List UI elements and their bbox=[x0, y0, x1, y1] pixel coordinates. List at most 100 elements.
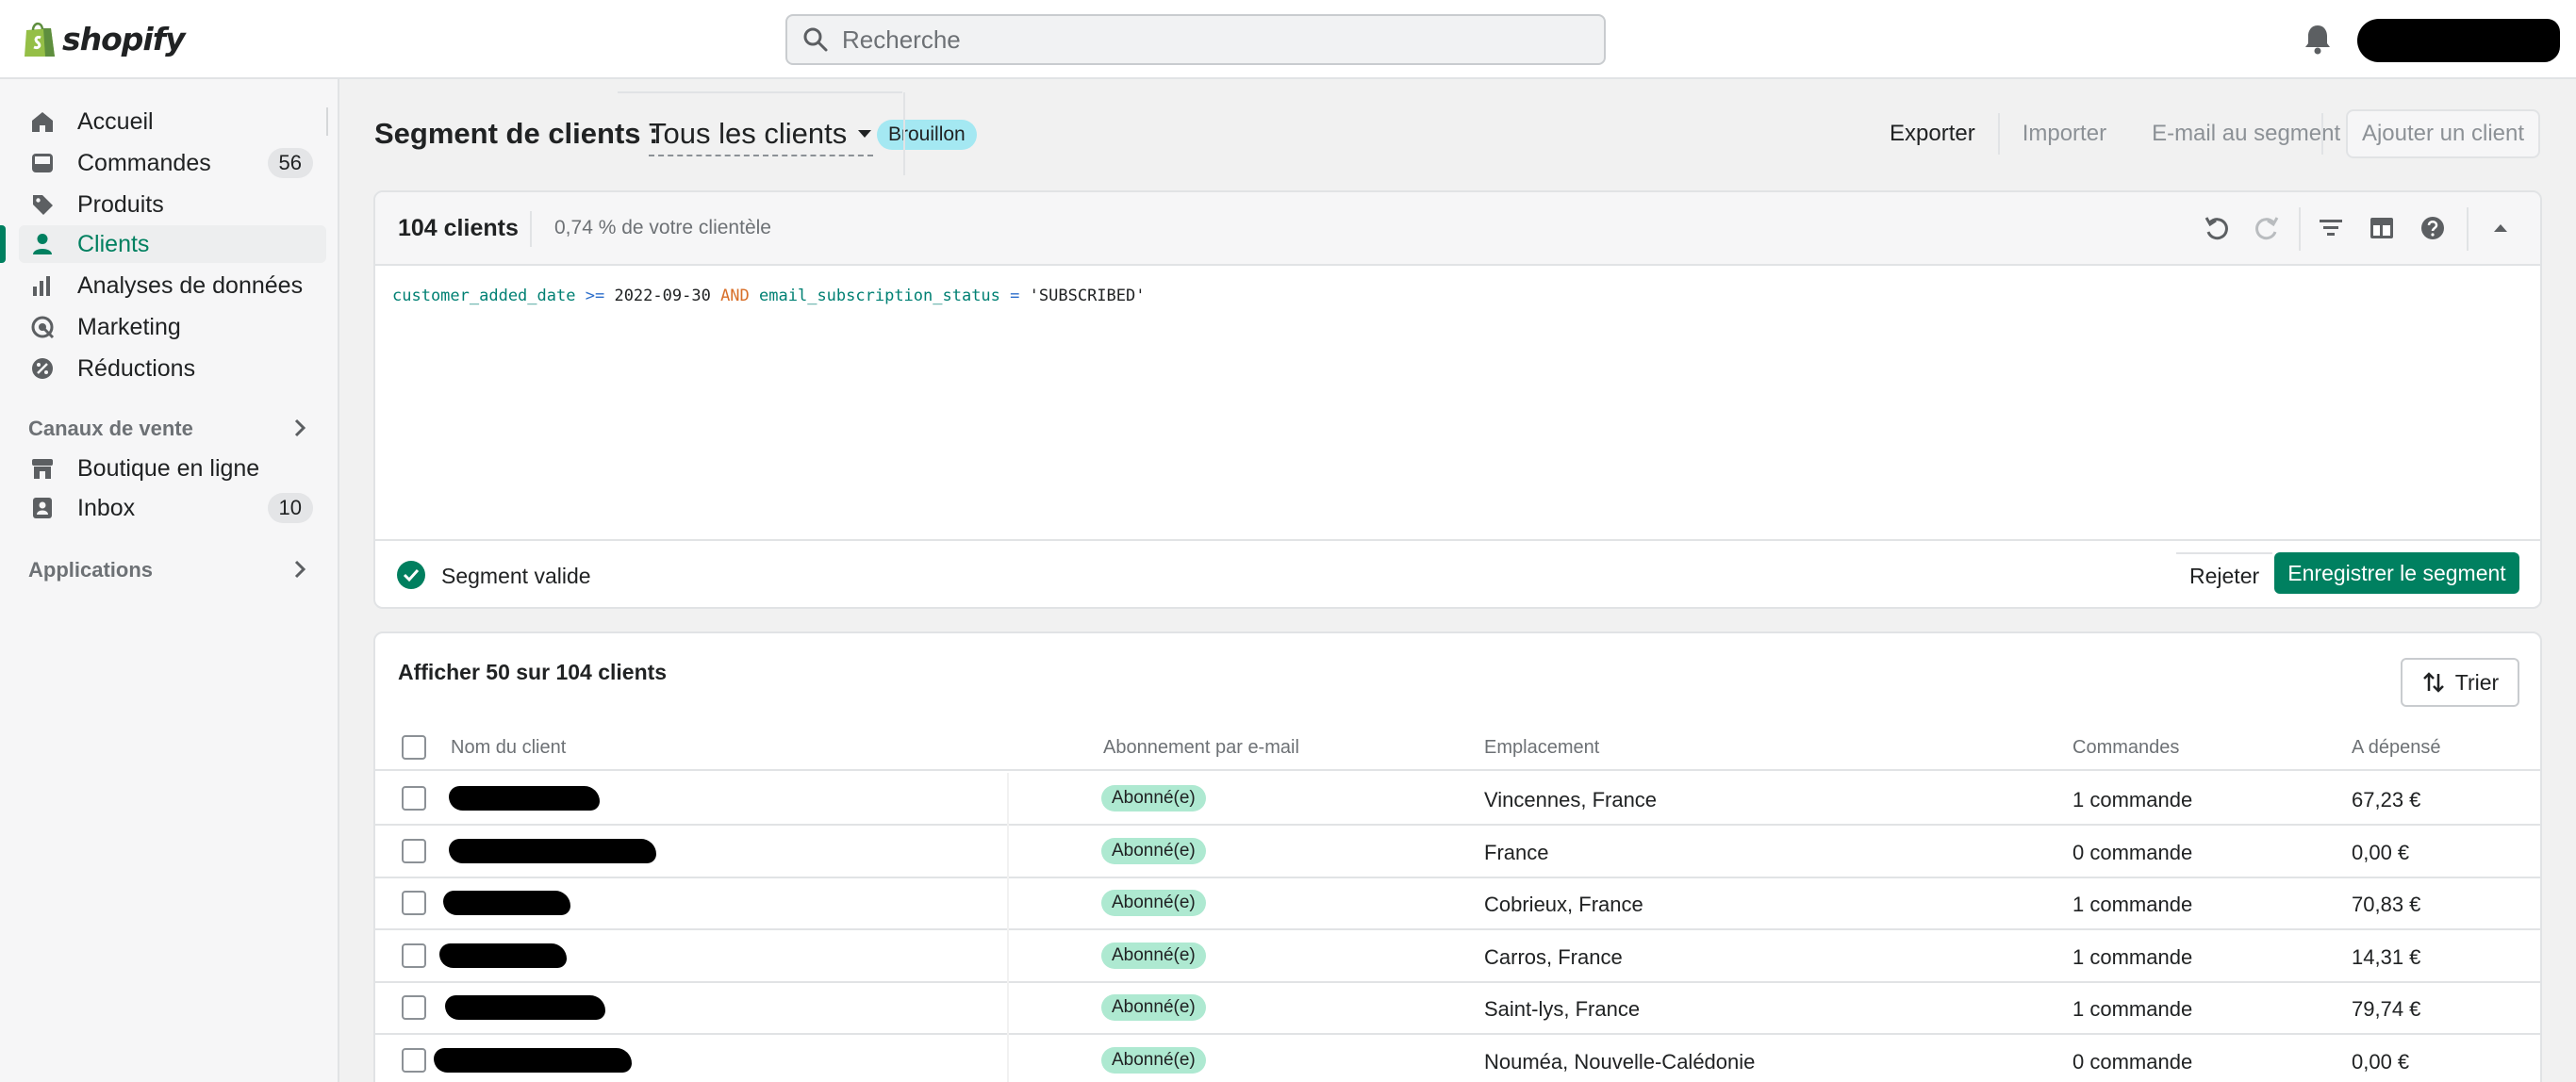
sidebar-item-clients[interactable]: Clients bbox=[19, 225, 326, 263]
table-row[interactable]: Abonné(e) France 0 commande 0,00 € bbox=[375, 825, 2540, 878]
divider bbox=[1007, 929, 1009, 983]
applications-title[interactable]: Applications bbox=[28, 558, 153, 582]
spent-cell: 67,23 € bbox=[2352, 788, 2421, 812]
subscription-badge: Abonné(e) bbox=[1101, 994, 1206, 1021]
page-title: Segment de clients : bbox=[374, 117, 659, 150]
person-icon bbox=[28, 230, 57, 258]
reject-button[interactable]: Rejeter bbox=[2176, 552, 2273, 598]
shopify-bag-icon bbox=[25, 22, 55, 57]
divider bbox=[326, 107, 328, 136]
store-icon bbox=[28, 454, 57, 483]
sidebar-item-marketing[interactable]: Marketing bbox=[19, 308, 326, 346]
divider bbox=[2299, 207, 2301, 251]
analytics-icon bbox=[28, 271, 57, 300]
table-row[interactable]: Abonné(e) Nouméa, Nouvelle-Calédonie 0 com… bbox=[375, 1034, 2540, 1082]
customer-name-redacted[interactable] bbox=[449, 838, 656, 863]
export-button[interactable]: Exporter bbox=[1867, 109, 1998, 158]
orders-count-badge: 56 bbox=[267, 148, 313, 178]
segment-selector[interactable]: Tous les clients bbox=[649, 117, 874, 156]
status-badge: Brouillon bbox=[877, 120, 977, 150]
customer-name-redacted[interactable] bbox=[443, 891, 570, 915]
chevron-right-icon[interactable] bbox=[290, 417, 309, 439]
query-operator: >= bbox=[585, 287, 605, 305]
query-field: email_subscription_status bbox=[759, 287, 1000, 305]
column-header-spent[interactable]: A dépensé bbox=[2352, 737, 2441, 759]
top-bar: shopify bbox=[0, 0, 2576, 79]
location-cell: Nouméa, Nouvelle-Calédonie bbox=[1484, 1049, 1756, 1074]
sidebar-item-online-store[interactable]: Boutique en ligne bbox=[19, 450, 326, 487]
customer-name-redacted[interactable] bbox=[445, 995, 605, 1020]
table-header: Nom du client Abonnement par e-mail Empl… bbox=[375, 728, 2540, 771]
orders-cell: 1 commande bbox=[2072, 788, 2193, 812]
sidebar-item-discounts[interactable]: Réductions bbox=[19, 350, 326, 387]
sidebar-item-inbox[interactable]: Inbox 10 bbox=[19, 489, 326, 527]
undo-button[interactable] bbox=[2200, 211, 2234, 245]
subscription-badge: Abonné(e) bbox=[1101, 837, 1206, 864]
table-row[interactable]: Abonné(e) Cobrieux, France 1 commande 70,83… bbox=[375, 877, 2540, 930]
shopify-logo[interactable]: shopify bbox=[23, 19, 186, 58]
sidebar-item-orders[interactable]: Commandes 56 bbox=[19, 144, 326, 182]
column-header-name[interactable]: Nom du client bbox=[451, 737, 566, 759]
redo-button[interactable] bbox=[2250, 211, 2284, 245]
row-checkbox[interactable] bbox=[402, 891, 426, 915]
notification-bell-icon[interactable] bbox=[2303, 23, 2333, 55]
row-checkbox[interactable] bbox=[402, 786, 426, 811]
sidebar-item-home[interactable]: Accueil bbox=[19, 103, 326, 140]
select-all-checkbox[interactable] bbox=[402, 735, 426, 760]
chevron-right-icon[interactable] bbox=[290, 558, 309, 581]
import-button[interactable]: Importer bbox=[2000, 109, 2129, 158]
customer-name-redacted[interactable] bbox=[449, 786, 600, 811]
table-row[interactable]: Abonné(e) Carros, France 1 commande 14,31 € bbox=[375, 929, 2540, 983]
email-segment-button[interactable]: E-mail au segment bbox=[2129, 109, 2363, 158]
query-editor[interactable]: customer_added_date >= 2022-09-30 AND em… bbox=[392, 287, 1145, 305]
sidebar-item-label: Boutique en ligne bbox=[77, 454, 260, 482]
sidebar-item-label: Produits bbox=[77, 190, 164, 218]
template-button[interactable] bbox=[2365, 211, 2399, 245]
search-bar[interactable] bbox=[785, 14, 1606, 65]
sort-button[interactable]: Trier bbox=[2401, 658, 2519, 707]
sidebar-item-label: Marketing bbox=[77, 313, 181, 340]
location-cell: France bbox=[1484, 840, 1549, 864]
column-header-orders[interactable]: Commandes bbox=[2072, 737, 2179, 759]
sidebar: Accueil Commandes 56 Produits Clients An… bbox=[0, 79, 339, 1082]
sales-channels-title[interactable]: Canaux de vente bbox=[28, 417, 193, 441]
account-menu-redacted[interactable] bbox=[2357, 19, 2560, 62]
caret-down-icon bbox=[858, 130, 872, 138]
sort-label: Trier bbox=[2454, 669, 2500, 695]
sidebar-item-analytics[interactable]: Analyses de données bbox=[19, 267, 326, 304]
sidebar-item-label: Analyses de données bbox=[77, 271, 304, 299]
divider bbox=[1007, 877, 1009, 930]
divider bbox=[1007, 773, 1009, 826]
spent-cell: 70,83 € bbox=[2352, 893, 2421, 916]
divider bbox=[1007, 1034, 1009, 1082]
orders-cell: 0 commande bbox=[2072, 1049, 2193, 1074]
table-row[interactable]: Abonné(e) Saint-lys, France 1 commande 79,7… bbox=[375, 982, 2540, 1035]
filter-button[interactable] bbox=[2314, 211, 2348, 245]
query-field: customer_added_date bbox=[392, 287, 576, 305]
row-checkbox[interactable] bbox=[402, 995, 426, 1020]
help-button[interactable] bbox=[2416, 211, 2450, 245]
sidebar-item-products[interactable]: Produits bbox=[19, 186, 326, 223]
table-row[interactable]: Abonné(e) Vincennes, France 1 commande 67,2… bbox=[375, 773, 2540, 826]
table-title: Afficher 50 sur 104 clients bbox=[398, 660, 668, 684]
column-header-location[interactable]: Emplacement bbox=[1484, 737, 1599, 759]
row-checkbox[interactable] bbox=[402, 838, 426, 863]
spent-cell: 79,74 € bbox=[2352, 997, 2421, 1021]
customer-name-redacted[interactable] bbox=[434, 1047, 632, 1073]
column-header-subscription[interactable]: Abonnement par e-mail bbox=[1103, 737, 1299, 759]
header-actions: Exporter Importer E-mail au segment bbox=[1867, 109, 2363, 158]
row-checkbox[interactable] bbox=[402, 943, 426, 968]
customer-name-redacted[interactable] bbox=[439, 943, 567, 968]
divider bbox=[2321, 113, 2323, 155]
tag-icon bbox=[28, 190, 57, 219]
editor-footer: Segment valide Rejeter Enregistrer le se… bbox=[375, 539, 2540, 607]
row-checkbox[interactable] bbox=[402, 1047, 426, 1073]
divider bbox=[1007, 825, 1009, 878]
collapse-button[interactable] bbox=[2484, 211, 2518, 245]
sidebar-item-label: Réductions bbox=[77, 354, 196, 382]
subscription-badge: Abonné(e) bbox=[1101, 785, 1206, 812]
redo-icon bbox=[2255, 217, 2279, 240]
search-input[interactable] bbox=[842, 25, 1577, 55]
add-client-button[interactable]: Ajouter un client bbox=[2346, 109, 2540, 158]
save-segment-button[interactable]: Enregistrer le segment bbox=[2274, 552, 2519, 594]
